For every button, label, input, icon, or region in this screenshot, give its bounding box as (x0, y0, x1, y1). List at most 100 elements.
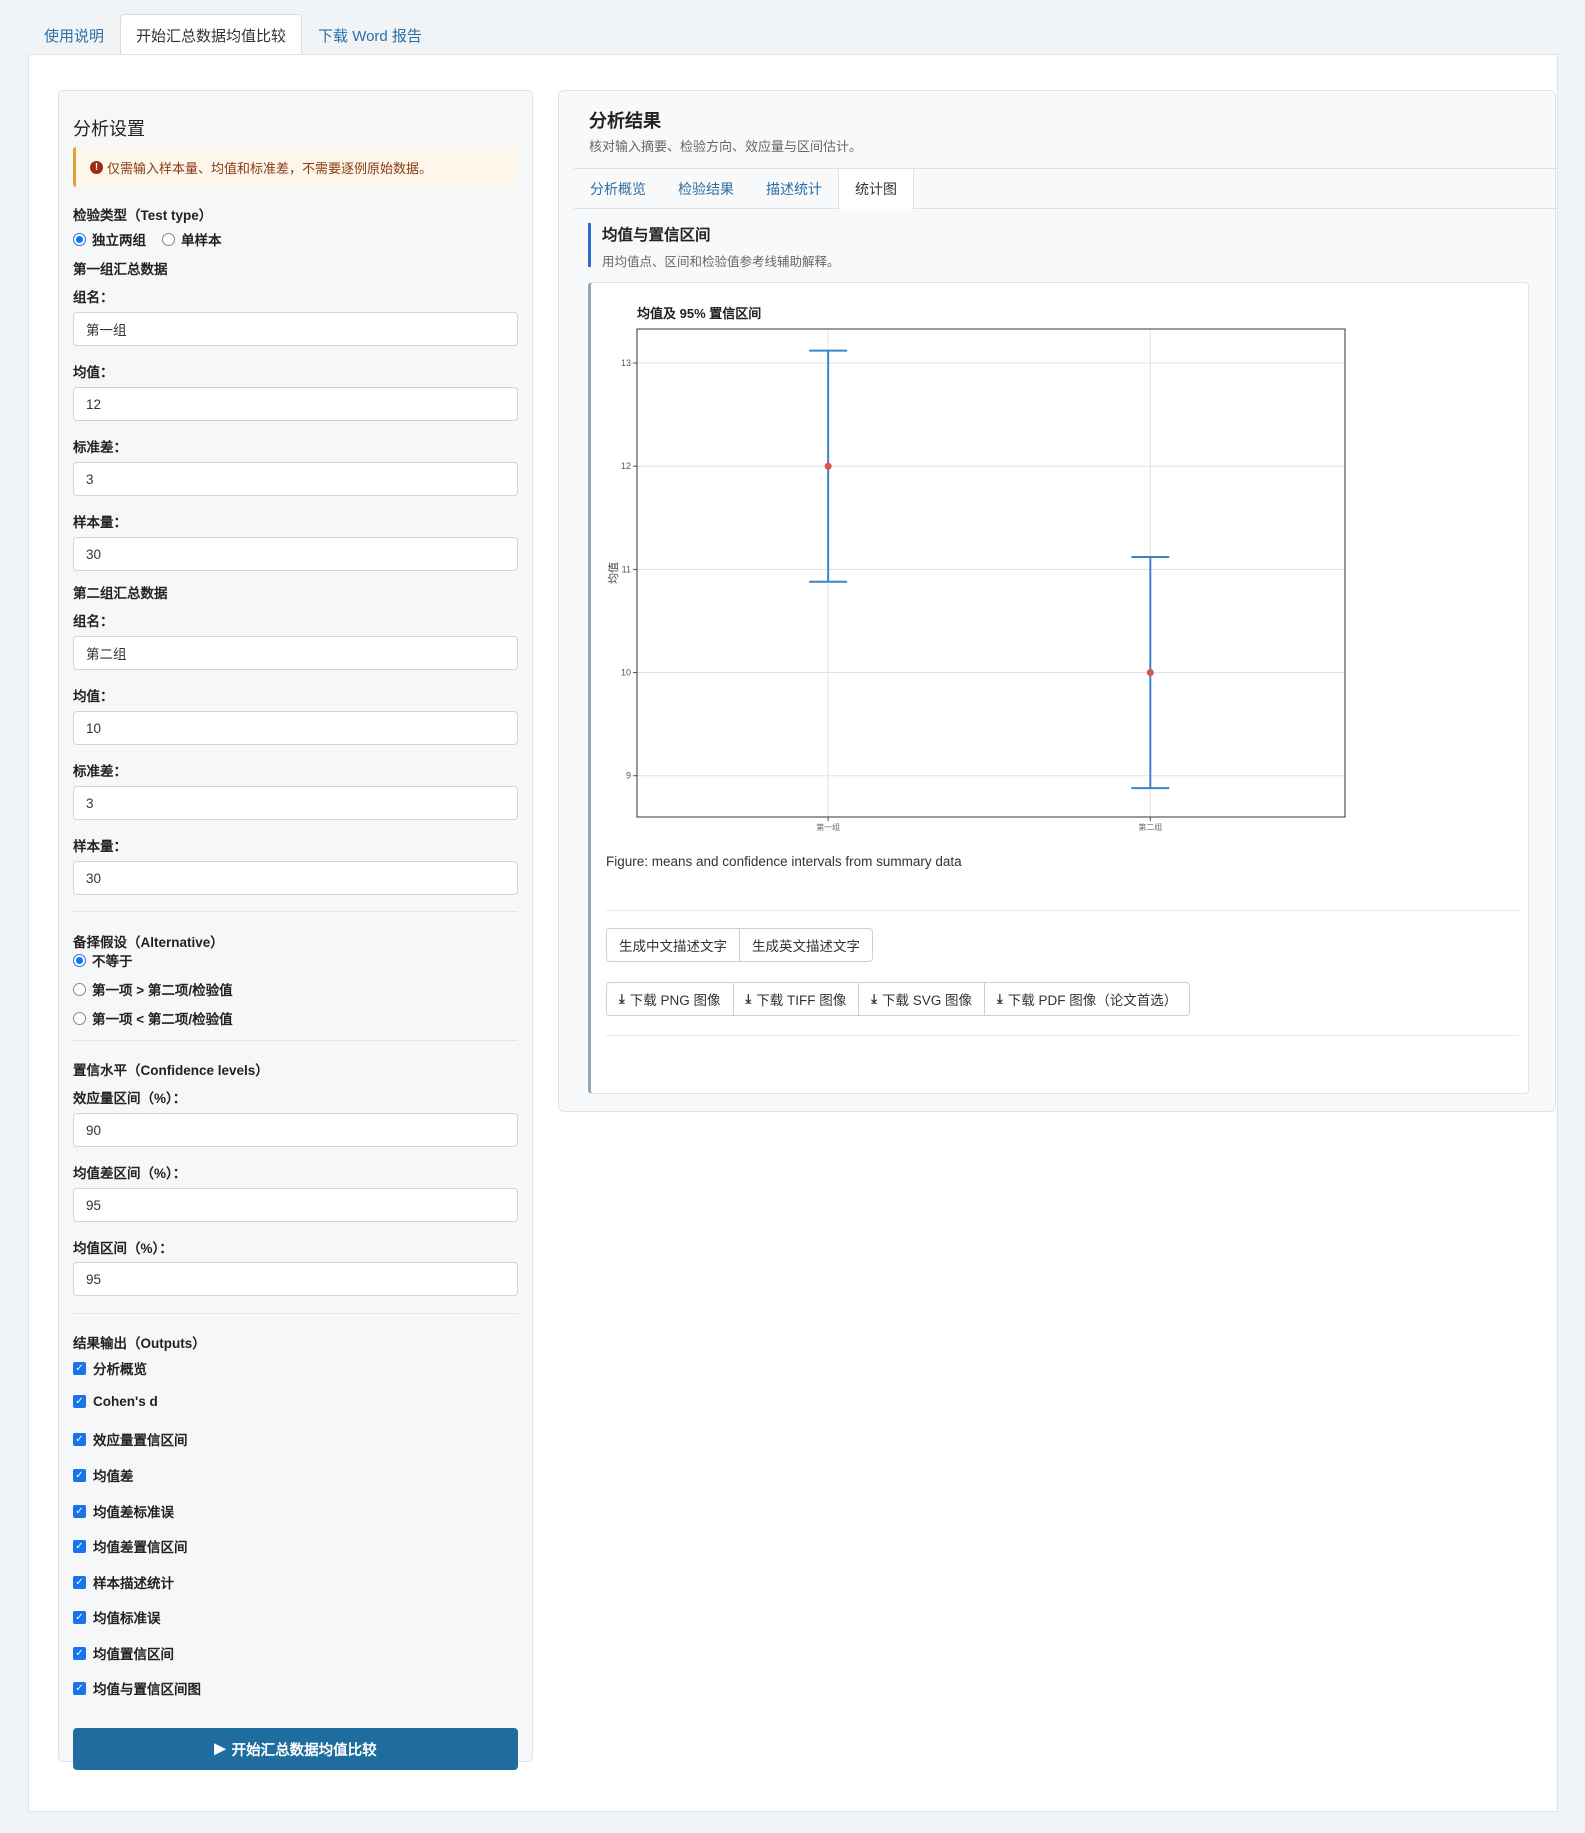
results-subtitle: 核对输入摘要、检验方向、效应量与区间估计。 (589, 139, 863, 154)
output-checkbox[interactable]: ✓ 分析概览 (73, 1358, 147, 1378)
y-tick-label: 10 (621, 668, 631, 678)
conf-mean-input[interactable] (73, 1262, 518, 1296)
checkbox-checked-icon[interactable]: ✓ (73, 1468, 86, 1482)
alt-option-lt[interactable]: 第一项 < 第二项/检验值 (73, 1008, 233, 1028)
output-checkbox[interactable]: ✓ 均值差标准误 (73, 1501, 174, 1521)
chart-grid: 9 10 11 12 13 第一组 第二组 (621, 329, 1345, 832)
figure-card: 均值及 95% 置信区间 9 10 11 12 13 第一组 第二组 均值 Figure: … (588, 282, 1529, 1094)
radio-alt-lt[interactable] (73, 1011, 86, 1025)
checkbox-checked-icon[interactable]: ✓ (73, 1395, 86, 1408)
download-icon: ⤓ (997, 991, 1003, 1006)
text-button-group: 生成中文描述文字 生成英文描述文字 (606, 928, 873, 962)
conf-es-label: 效应量区间（%）： (73, 1091, 187, 1106)
output-label: 分析概览 (93, 1362, 147, 1377)
group2-n-input[interactable] (73, 861, 518, 895)
download-svg-button[interactable]: ⤓ 下载 SVG 图像 (858, 982, 986, 1016)
tab-overview[interactable]: 分析概览 (574, 169, 662, 208)
output-checkbox[interactable]: ✓ 均值与置信区间图 (73, 1678, 201, 1698)
download-tiff-button[interactable]: ⤓ 下载 TIFF 图像 (732, 982, 860, 1016)
group2-mean-input[interactable] (73, 711, 518, 745)
download-icon: ⤓ (619, 991, 625, 1006)
test-type-radios: 独立两组 单样本 (73, 229, 222, 249)
checkbox-checked-icon[interactable]: ✓ (73, 1681, 86, 1695)
play-icon: ▶ (214, 1741, 226, 1757)
settings-title: 分析设置 (73, 119, 145, 139)
section-header: 均值与置信区间 用均值点、区间和检验值参考线辅助解释。 (588, 223, 840, 269)
output-checkbox[interactable]: ✓ 效应量置信区间 (73, 1429, 188, 1449)
section-title: 均值与置信区间 (602, 227, 711, 244)
output-checkbox[interactable]: ✓ 均值标准误 (73, 1607, 161, 1627)
output-label: 均值标准误 (93, 1611, 161, 1626)
x-tick-label: 第一组 (816, 822, 840, 832)
checkbox-checked-icon[interactable]: ✓ (73, 1646, 86, 1660)
download-pdf-button[interactable]: ⤓ 下载 PDF 图像（论文首选） (984, 982, 1191, 1016)
conf-md-input[interactable] (73, 1188, 518, 1222)
tab-test-results[interactable]: 检验结果 (662, 169, 750, 208)
checkbox-checked-icon[interactable]: ✓ (73, 1539, 86, 1553)
test-type-label: 检验类型（Test type） (73, 208, 213, 223)
checkbox-checked-icon[interactable]: ✓ (73, 1610, 86, 1624)
group2-name-label: 组名： (73, 614, 114, 629)
checkbox-checked-icon[interactable]: ✓ (73, 1361, 86, 1375)
output-checkbox[interactable]: ✓ 均值置信区间 (73, 1643, 174, 1663)
radio-one-sample-label: 单样本 (181, 233, 222, 248)
group1-sd-input[interactable] (73, 462, 518, 496)
tab-descriptives[interactable]: 描述统计 (750, 169, 838, 208)
chart-title: 均值及 95% 置信区间 (637, 306, 761, 321)
group2-heading: 第二组汇总数据 (73, 586, 168, 601)
tab-download-word[interactable]: 下载 Word 报告 (302, 14, 438, 56)
group2-sd-input[interactable] (73, 786, 518, 820)
run-button-label: 开始汇总数据均值比较 (231, 1742, 377, 1759)
conf-es-input[interactable] (73, 1113, 518, 1147)
y-tick-label: 13 (621, 358, 631, 368)
divider (606, 910, 1519, 911)
alternative-label: 备择假设（Alternative） (73, 935, 224, 950)
alt-option-ne[interactable]: 不等于 (73, 950, 133, 970)
radio-independent[interactable] (73, 232, 86, 246)
checkbox-checked-icon[interactable]: ✓ (73, 1575, 86, 1589)
radio-alt-ne[interactable] (73, 953, 86, 967)
output-checkbox[interactable]: ✓ 均值差 (73, 1465, 134, 1485)
group2-sd-label: 标准差： (73, 764, 127, 779)
radio-alt-gt[interactable] (73, 982, 86, 996)
alt-option-gt[interactable]: 第一项 > 第二项/检验值 (73, 979, 233, 999)
download-icon: ⤓ (871, 991, 878, 1006)
tab-start-comparison[interactable]: 开始汇总数据均值比较 (120, 14, 303, 56)
run-comparison-button[interactable]: ▶ 开始汇总数据均值比较 (73, 1728, 518, 1770)
results-title: 分析结果 (589, 111, 661, 131)
conf-md-label: 均值差区间（%）： (73, 1166, 187, 1181)
radio-one-sample[interactable] (162, 232, 175, 246)
generate-chinese-text-button[interactable]: 生成中文描述文字 (606, 928, 740, 962)
group1-name-input[interactable] (73, 312, 518, 346)
alt-option-lt-label: 第一项 < 第二项/检验值 (92, 1012, 233, 1027)
output-checkbox[interactable]: ✓ 均值差置信区间 (73, 1536, 188, 1556)
alt-option-ne-label: 不等于 (92, 954, 133, 969)
download-icon: ⤓ (745, 991, 752, 1006)
mean-ci-chart: 均值及 95% 置信区间 9 10 11 12 13 第一组 第二组 均值 (607, 306, 1346, 832)
group1-n-input[interactable] (73, 537, 518, 571)
divider (73, 1313, 518, 1314)
download-png-button[interactable]: ⤓ 下载 PNG 图像 (606, 982, 734, 1016)
group1-heading: 第一组汇总数据 (73, 262, 168, 277)
outputs-label: 结果输出（Outputs） (73, 1336, 206, 1351)
group2-name-input[interactable] (73, 636, 518, 670)
divider (73, 1040, 518, 1041)
output-label: 样本描述统计 (93, 1576, 174, 1591)
output-label: 均值差标准误 (93, 1505, 174, 1520)
output-label: 均值与置信区间图 (93, 1682, 201, 1697)
download-pdf-label: 下载 PDF 图像（论文首选） (1007, 993, 1178, 1008)
tab-instructions[interactable]: 使用说明 (28, 14, 120, 56)
exclamation-icon: ! (90, 160, 103, 174)
y-tick-label: 11 (622, 564, 631, 574)
tab-plot[interactable]: 统计图 (838, 169, 914, 209)
output-checkbox[interactable]: ✓ 样本描述统计 (73, 1572, 174, 1592)
checkbox-checked-icon[interactable]: ✓ (73, 1432, 86, 1446)
download-png-label: 下载 PNG 图像 (629, 993, 721, 1008)
group1-mean-input[interactable] (73, 387, 518, 421)
group2-mean-label: 均值： (73, 689, 114, 704)
generate-english-text-button[interactable]: 生成英文描述文字 (739, 928, 873, 962)
divider (606, 1035, 1519, 1036)
alt-option-gt-label: 第一项 > 第二项/检验值 (92, 983, 233, 998)
output-checkbox[interactable]: ✓ Cohen's d (73, 1394, 158, 1409)
checkbox-checked-icon[interactable]: ✓ (73, 1504, 86, 1518)
